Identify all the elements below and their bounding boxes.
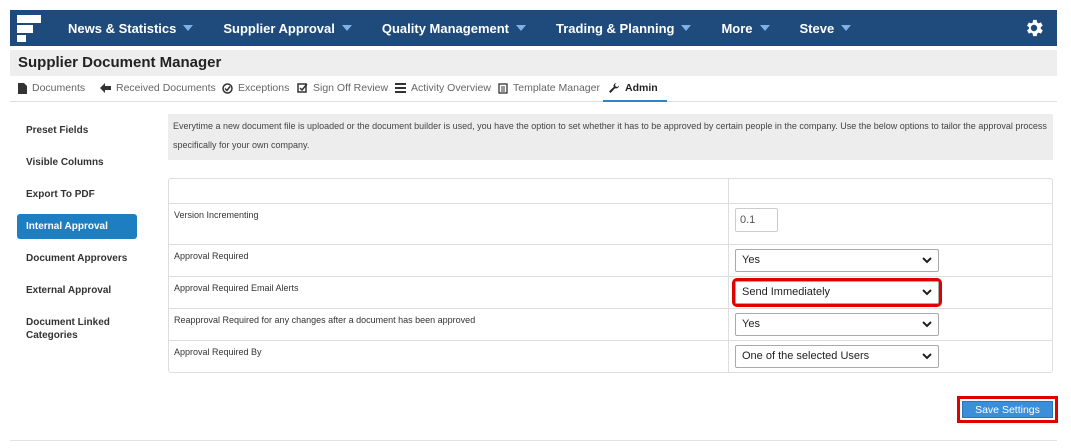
approval-required-by-label: Approval Required By (169, 341, 729, 372)
nav-news-statistics[interactable]: News & Statistics (68, 10, 194, 46)
caret-down-icon (841, 25, 852, 31)
select-value: Send Immediately (742, 286, 831, 298)
caret-down-icon (341, 25, 352, 31)
tab-admin[interactable]: Admin (608, 82, 658, 94)
settings-table: Version Incrementing Approval Required Y… (168, 178, 1053, 373)
document-icon (18, 82, 27, 94)
select-value: Yes (742, 254, 760, 266)
nav-supplier-approval[interactable]: Supplier Approval (223, 10, 352, 46)
save-button-highlight: Save Settings (957, 396, 1058, 423)
caret-down-icon (183, 25, 194, 31)
email-alerts-select[interactable]: Send Immediately (732, 278, 942, 307)
caret-down-icon (759, 25, 770, 31)
logo-icon[interactable] (10, 10, 52, 46)
sidebar-item-internal-approval[interactable]: Internal Approval (17, 214, 137, 239)
header-cell (169, 179, 729, 203)
chevron-down-icon (922, 321, 932, 328)
approval-required-label: Approval Required (169, 245, 729, 276)
table-header-row (169, 179, 1052, 203)
intro-description: Everytime a new document file is uploade… (168, 114, 1053, 160)
page-title-bar: Supplier Document Manager (10, 50, 1057, 76)
table-row: Approval Required Yes (169, 244, 1052, 276)
wrench-icon (609, 83, 619, 93)
divider (10, 440, 1057, 441)
arrow-left-icon (100, 83, 111, 93)
tab-label: Admin (625, 82, 658, 94)
caret-down-icon (516, 25, 526, 31)
version-incrementing-label: Version Incrementing (169, 204, 729, 244)
tab-label: Documents (32, 82, 86, 94)
list-icon (395, 83, 406, 93)
nav-label: More (721, 20, 753, 36)
nav-label: Trading & Planning (556, 20, 675, 36)
chevron-down-icon (922, 289, 932, 296)
tab-label: Template Manager (513, 82, 600, 94)
reapproval-select[interactable]: Yes (735, 313, 939, 336)
page-title: Supplier Document Manager (18, 54, 222, 71)
chevron-down-icon (922, 353, 932, 360)
top-nav-bar: News & Statistics Supplier Approval Qual… (10, 10, 1057, 46)
select-value: Yes (742, 318, 760, 330)
tab-label: Received Documents (116, 82, 216, 94)
nav-label: Supplier Approval (223, 20, 335, 36)
nav-label: Steve (799, 20, 835, 36)
gear-icon[interactable] (1023, 17, 1045, 39)
nav-label: Quality Management (381, 20, 509, 36)
tab-received-documents[interactable]: Received Documents (100, 82, 216, 94)
nav-quality-management[interactable]: Quality Management (382, 10, 526, 46)
table-row: Reapproval Required for any changes afte… (169, 308, 1052, 340)
sidebar-item-document-linked-categories[interactable]: Document Linked Categories (17, 310, 137, 348)
tab-label: Exceptions (238, 82, 290, 94)
select-value: One of the selected Users (742, 350, 870, 362)
check-circle-icon (222, 82, 233, 94)
tab-template-manager[interactable]: Template Manager (498, 82, 600, 94)
nav-user-menu[interactable]: Steve (800, 10, 852, 46)
tab-exceptions[interactable]: Exceptions (222, 82, 289, 94)
tab-label: Sign Off Review (313, 82, 389, 94)
tab-label: Activity Overview (411, 82, 491, 94)
nav-trading-planning[interactable]: Trading & Planning (556, 10, 692, 46)
table-row: Version Incrementing (169, 203, 1052, 244)
reapproval-label: Reapproval Required for any changes afte… (169, 309, 729, 340)
approval-required-select[interactable]: Yes (735, 249, 939, 272)
active-tab-indicator (603, 100, 667, 102)
table-row: Approval Required By One of the selected… (169, 340, 1052, 372)
sidebar-item-export-to-pdf[interactable]: Export To PDF (17, 182, 137, 207)
nav-more[interactable]: More (721, 10, 770, 46)
version-incrementing-input[interactable] (735, 208, 778, 232)
check-square-icon (297, 82, 308, 93)
approval-required-by-select[interactable]: One of the selected Users (735, 345, 939, 368)
header-cell (729, 179, 1052, 203)
email-alerts-label: Approval Required Email Alerts (169, 277, 729, 308)
tab-activity-overview[interactable]: Activity Overview (395, 82, 491, 94)
tab-sign-off-review[interactable]: Sign Off Review (297, 82, 388, 94)
chevron-down-icon (922, 257, 932, 264)
admin-sidebar: Preset Fields Visible Columns Export To … (17, 118, 137, 355)
sidebar-item-visible-columns[interactable]: Visible Columns (17, 150, 137, 175)
sidebar-item-preset-fields[interactable]: Preset Fields (17, 118, 137, 143)
template-icon (498, 82, 508, 94)
caret-down-icon (681, 25, 692, 31)
sidebar-item-document-approvers[interactable]: Document Approvers (17, 246, 137, 271)
table-row: Approval Required Email Alerts Send Imme… (169, 276, 1052, 308)
tab-bar: Documents Received Documents Exceptions … (10, 78, 1057, 102)
sidebar-item-external-approval[interactable]: External Approval (17, 278, 137, 303)
tab-documents[interactable]: Documents (18, 82, 85, 94)
save-settings-button[interactable]: Save Settings (962, 401, 1053, 418)
nav-label: News & Statistics (68, 20, 177, 36)
